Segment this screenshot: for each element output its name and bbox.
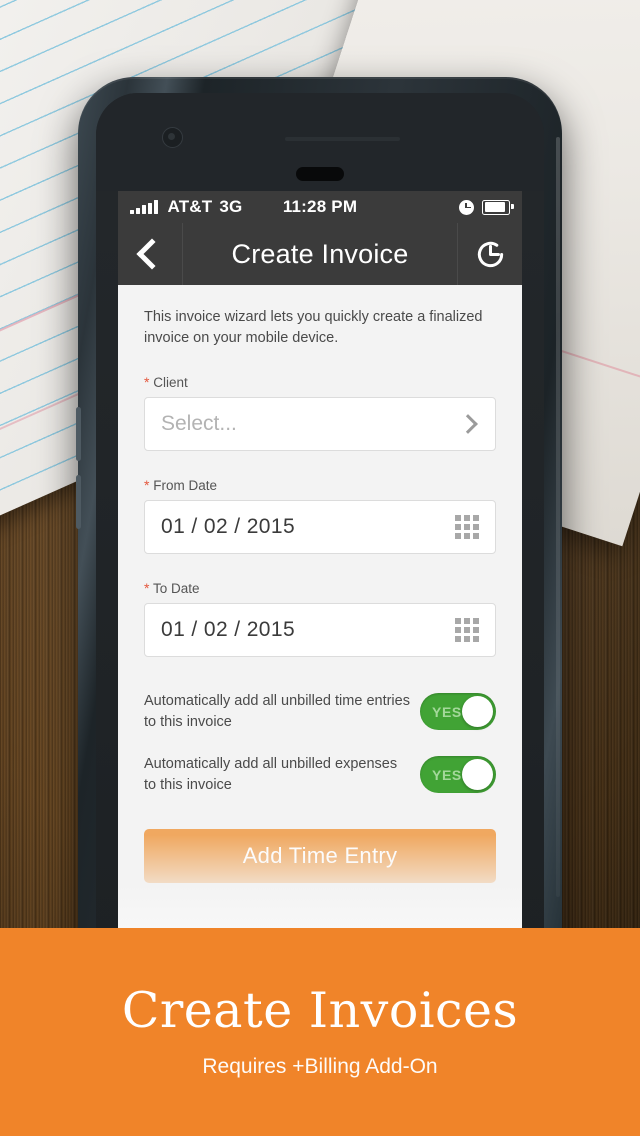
phone-edge-highlight xyxy=(556,137,560,897)
auto-add-time-entries-label: Automatically add all unbilled time entr… xyxy=(144,693,410,730)
toggle-knob xyxy=(462,759,493,791)
volume-up-button[interactable] xyxy=(76,407,81,461)
client-field-group: * Client Select... xyxy=(144,374,496,452)
to-date-value: 01 / 02 / 2015 xyxy=(161,618,296,642)
toggle-knob xyxy=(462,696,493,728)
network-type-label: 3G xyxy=(219,197,243,216)
from-date-label-text: From Date xyxy=(153,478,217,494)
auto-add-expenses-row: Automatically add all unbilled expenses … xyxy=(144,754,496,795)
proximity-sensor xyxy=(285,137,400,141)
phone-top-bezel xyxy=(96,93,544,191)
toggle-section: Automatically add all unbilled time entr… xyxy=(144,691,496,795)
auto-add-expenses-toggle[interactable]: YES xyxy=(420,756,496,794)
phone-screen: AT&T 3G 11:28 PM Create Invoice This inv… xyxy=(118,191,522,955)
to-date-input[interactable]: 01 / 02 / 2015 xyxy=(144,603,496,658)
earpiece-speaker xyxy=(296,167,344,181)
phone-device: AT&T 3G 11:28 PM Create Invoice This inv… xyxy=(76,77,562,957)
from-date-value: 01 / 02 / 2015 xyxy=(161,515,296,539)
status-bar-right-group xyxy=(459,199,514,215)
chevron-right-icon xyxy=(458,414,478,435)
add-time-entry-button[interactable]: Add Time Entry xyxy=(144,829,496,884)
client-label: * Client xyxy=(144,374,496,397)
carrier-label: AT&T xyxy=(167,197,213,216)
client-label-text: Client xyxy=(153,375,188,391)
from-date-label: * From Date xyxy=(144,477,496,500)
clock-icon xyxy=(477,241,503,267)
auto-add-time-entries-row: Automatically add all unbilled time entr… xyxy=(144,691,496,732)
from-date-field-group: * From Date 01 / 02 / 2015 xyxy=(144,477,496,555)
volume-down-button[interactable] xyxy=(76,475,81,529)
intro-text: This invoice wizard lets you quickly cre… xyxy=(144,309,483,346)
screenshot-stage: AT&T 3G 11:28 PM Create Invoice This inv… xyxy=(0,0,640,1136)
timer-button[interactable] xyxy=(457,223,522,285)
front-camera-icon xyxy=(162,127,183,148)
marketing-banner: Create Invoices Requires +Billing Add-On xyxy=(0,928,640,1136)
client-placeholder: Select... xyxy=(161,412,237,436)
page-title: Create Invoice xyxy=(231,238,409,269)
required-marker: * xyxy=(144,477,150,494)
auto-add-expenses-label: Automatically add all unbilled expenses … xyxy=(144,756,398,793)
toggle-state-label: YES xyxy=(432,766,462,783)
calendar-grid-icon[interactable] xyxy=(455,515,479,540)
signal-bars-icon xyxy=(130,200,158,214)
to-date-label: * To Date xyxy=(144,580,496,603)
required-marker: * xyxy=(144,374,150,391)
status-bar: AT&T 3G 11:28 PM xyxy=(118,191,522,223)
invoice-form: This invoice wizard lets you quickly cre… xyxy=(118,285,522,955)
toggle-state-label: YES xyxy=(432,703,462,720)
required-marker: * xyxy=(144,580,150,597)
from-date-input[interactable]: 01 / 02 / 2015 xyxy=(144,500,496,555)
alarm-clock-icon xyxy=(459,199,474,215)
to-date-label-text: To Date xyxy=(152,581,200,597)
phone-front-panel: AT&T 3G 11:28 PM Create Invoice This inv… xyxy=(96,93,544,955)
back-button[interactable] xyxy=(118,223,183,285)
client-select-input[interactable]: Select... xyxy=(144,397,496,452)
navigation-bar: Create Invoice xyxy=(118,223,522,285)
battery-full-icon xyxy=(482,199,514,215)
auto-add-time-entries-toggle[interactable]: YES xyxy=(420,693,496,731)
banner-title: Create Invoices xyxy=(121,981,519,1039)
calendar-grid-icon[interactable] xyxy=(455,618,479,643)
to-date-field-group: * To Date 01 / 02 / 2015 xyxy=(144,580,496,658)
banner-subtitle: Requires +Billing Add-On xyxy=(202,1054,438,1078)
chevron-left-icon xyxy=(136,238,168,270)
